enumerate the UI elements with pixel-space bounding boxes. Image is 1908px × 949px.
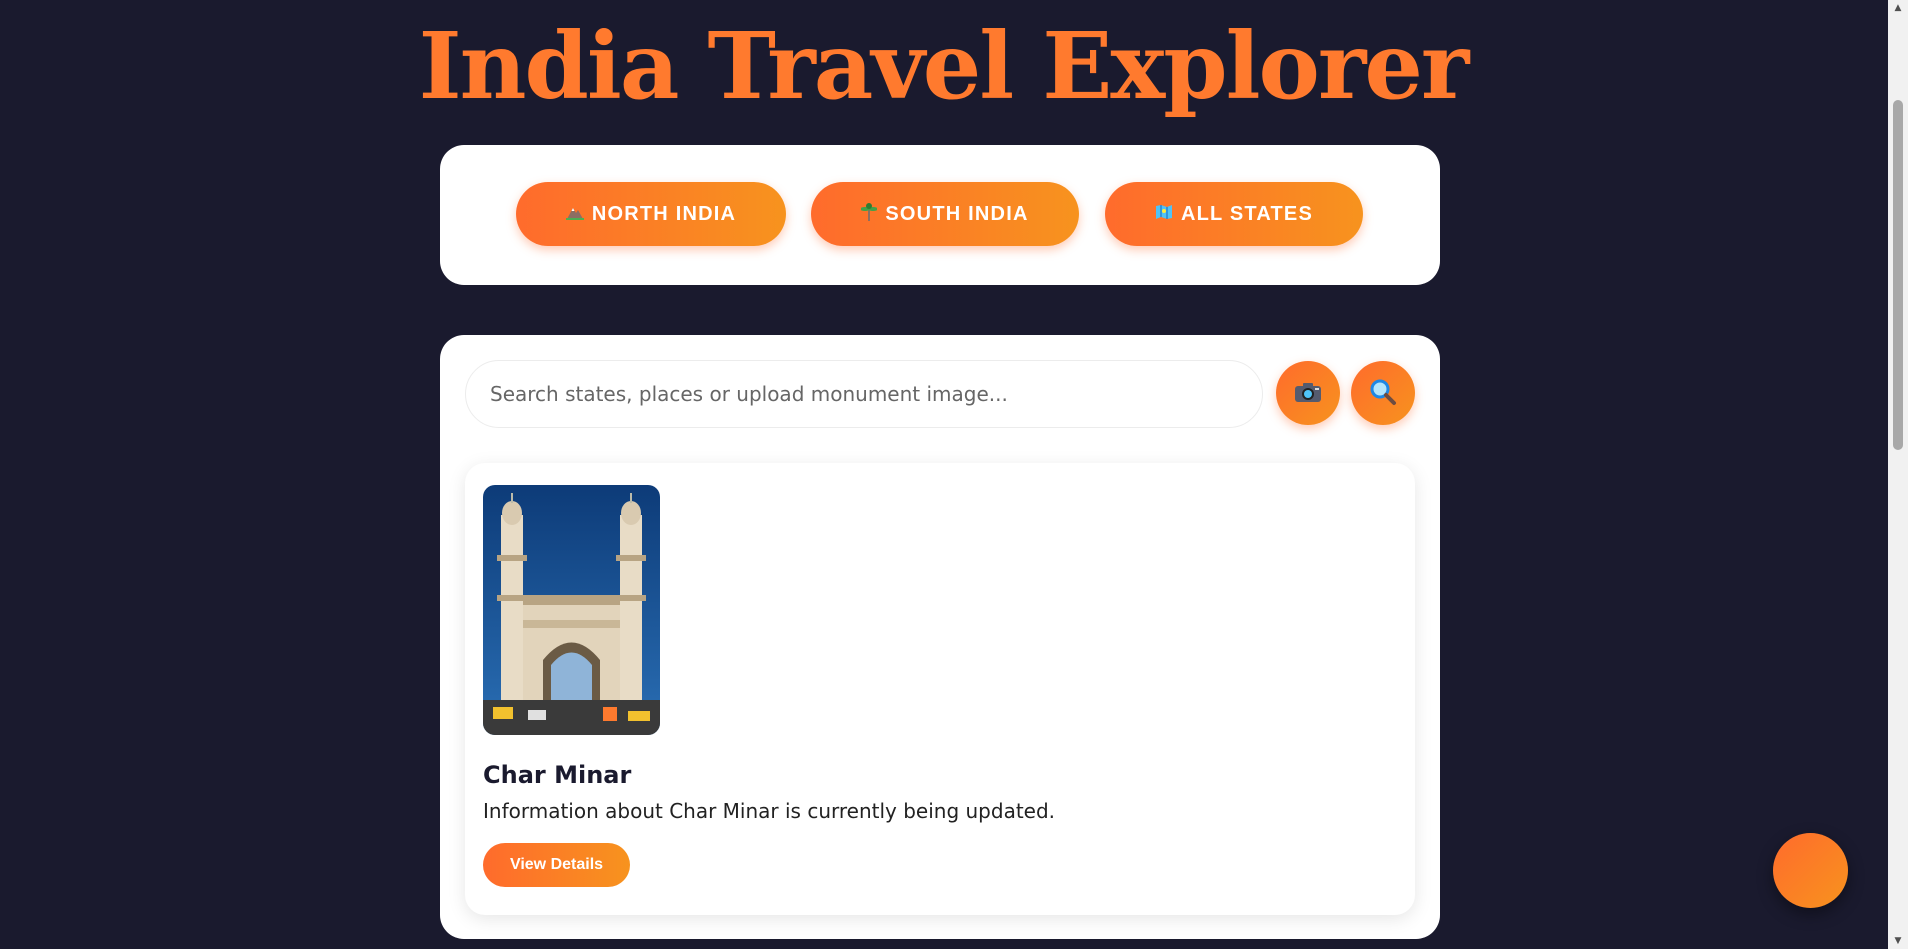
result-card: Char Minar Information about Char Minar … bbox=[465, 463, 1415, 915]
north-india-label: NORTH INDIA bbox=[591, 202, 737, 225]
search-card: Char Minar Information about Char Minar … bbox=[440, 335, 1440, 939]
scroll-up-icon[interactable]: ▲ bbox=[1892, 2, 1904, 14]
all-states-label: ALL STATES bbox=[1181, 202, 1313, 225]
scrollbar-thumb[interactable] bbox=[1893, 100, 1903, 450]
camera-upload-button[interactable] bbox=[1276, 361, 1340, 425]
char-minar-image bbox=[483, 485, 660, 735]
page-title: India Travel Explorer bbox=[418, 12, 1470, 120]
map-icon bbox=[1155, 204, 1173, 225]
view-details-button[interactable]: View Details bbox=[483, 843, 630, 887]
scrollbar[interactable]: ▲ ▼ bbox=[1888, 0, 1908, 949]
mountain-icon bbox=[565, 204, 584, 225]
magnifier-icon bbox=[1369, 378, 1397, 409]
all-states-button[interactable]: ALL STATES bbox=[1105, 182, 1363, 246]
monument-name: Char Minar bbox=[483, 761, 632, 789]
palm-tree-icon bbox=[860, 202, 879, 226]
north-india-button[interactable]: NORTH INDIA bbox=[516, 182, 786, 246]
search-input[interactable] bbox=[465, 360, 1263, 428]
scroll-down-icon[interactable]: ▼ bbox=[1892, 935, 1904, 947]
monument-description: Information about Char Minar is currentl… bbox=[483, 799, 1056, 823]
region-filter-card: NORTH INDIA SOUTH INDIA ALL STATES bbox=[440, 145, 1440, 285]
search-button[interactable] bbox=[1351, 361, 1415, 425]
floating-action-button[interactable] bbox=[1773, 833, 1848, 908]
south-india-button[interactable]: SOUTH INDIA bbox=[811, 182, 1079, 246]
camera-icon bbox=[1294, 381, 1322, 406]
south-india-label: SOUTH INDIA bbox=[885, 202, 1029, 225]
